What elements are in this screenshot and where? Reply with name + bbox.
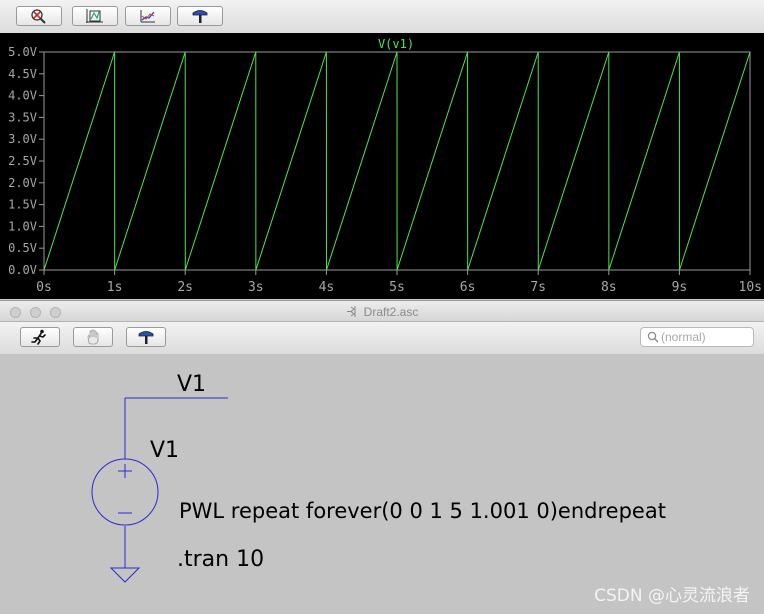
waveform-plot[interactable]: V(v1) 0.0V 0.5V 1.0V 1.5V 2.0V 2.5V 3.0V 3.5V 4.…: [0, 33, 764, 299]
trace-label[interactable]: V(v1): [378, 37, 414, 51]
y-tick-label: 1.5V: [8, 198, 37, 212]
autorange-icon: [86, 9, 103, 23]
zoom-cancel-button[interactable]: [16, 6, 62, 26]
y-tick-label: 3.5V: [8, 110, 37, 124]
y-tick-label: 5.0V: [8, 45, 37, 59]
window-title-text: Draft2.asc: [363, 305, 419, 319]
probe-button-schematic[interactable]: [126, 327, 166, 347]
x-axis: 0s 1s 2s 3s 4s 5s 6s 7s 8s 9s 10s: [36, 270, 762, 295]
x-tick-label: 1s: [107, 280, 123, 295]
x-tick-label: 7s: [530, 280, 546, 295]
zoom-cancel-icon: [31, 9, 46, 24]
x-tick-label: 0s: [36, 280, 52, 295]
y-axis: 0.0V 0.5V 1.0V 1.5V 2.0V 2.5V 3.0V 3.5V 4.0V 4.5V…: [8, 45, 44, 277]
voltage-source-symbol[interactable]: [91, 458, 159, 526]
schematic-doc-icon: [346, 306, 356, 317]
probe-hammer-icon: [192, 10, 208, 23]
probe-hammer-icon: [138, 331, 154, 344]
y-tick-label: 2.5V: [8, 154, 37, 168]
search-box[interactable]: [640, 327, 754, 347]
y-tick-label: 1.0V: [8, 219, 37, 233]
search-icon: [647, 331, 659, 343]
y-tick-label: 0.5V: [8, 241, 37, 255]
autorange-button[interactable]: [72, 6, 118, 26]
window-title: Draft2.asc: [0, 305, 764, 319]
waveform-toolbar: [0, 0, 764, 34]
hand-icon: [87, 329, 99, 345]
source-name-label[interactable]: V1: [150, 438, 179, 463]
schematic-drawing: [91, 397, 228, 583]
schematic-toolbar: [0, 322, 764, 355]
probe-button[interactable]: [177, 6, 223, 26]
schematic-canvas[interactable]: V1 V1 PWL repeat forever(0 0 1 5 1.001 0…: [0, 354, 764, 614]
y-tick-label: 0.0V: [8, 263, 37, 277]
y-tick-label: 4.5V: [8, 67, 37, 81]
watermark: CSDN @心灵流浪者: [594, 586, 750, 606]
pick-visible-traces-button[interactable]: [125, 6, 171, 26]
source-value-label[interactable]: PWL repeat forever(0 0 1 5 1.001 0)endre…: [179, 499, 666, 523]
y-tick-label: 4.0V: [8, 89, 37, 103]
x-tick-label: 3s: [248, 280, 264, 295]
net-label[interactable]: V1: [177, 372, 206, 397]
x-tick-label: 6s: [460, 280, 476, 295]
y-tick-label: 2.0V: [8, 176, 37, 190]
x-tick-label: 10s: [739, 280, 762, 295]
trace-v1-line[interactable]: [43, 51, 751, 271]
ground-symbol[interactable]: [109, 567, 141, 583]
y-tick-label: 3.0V: [8, 132, 37, 146]
plot-canvas: V(v1) 0.0V 0.5V 1.0V 1.5V 2.0V 2.5V 3.0V 3.5V 4.…: [8, 37, 762, 295]
run-button[interactable]: [20, 327, 60, 347]
running-man-icon: [31, 329, 46, 345]
schematic-window-titlebar[interactable]: Draft2.asc: [0, 300, 764, 322]
halt-button[interactable]: [73, 327, 113, 347]
search-input[interactable]: [661, 329, 749, 345]
x-tick-label: 4s: [319, 280, 335, 295]
spice-directive[interactable]: .tran 10: [177, 547, 264, 572]
x-tick-label: 9s: [672, 280, 688, 295]
x-tick-label: 2s: [177, 280, 193, 295]
pick-traces-icon: [140, 10, 155, 23]
x-tick-label: 5s: [389, 280, 405, 295]
x-tick-label: 8s: [601, 280, 617, 295]
